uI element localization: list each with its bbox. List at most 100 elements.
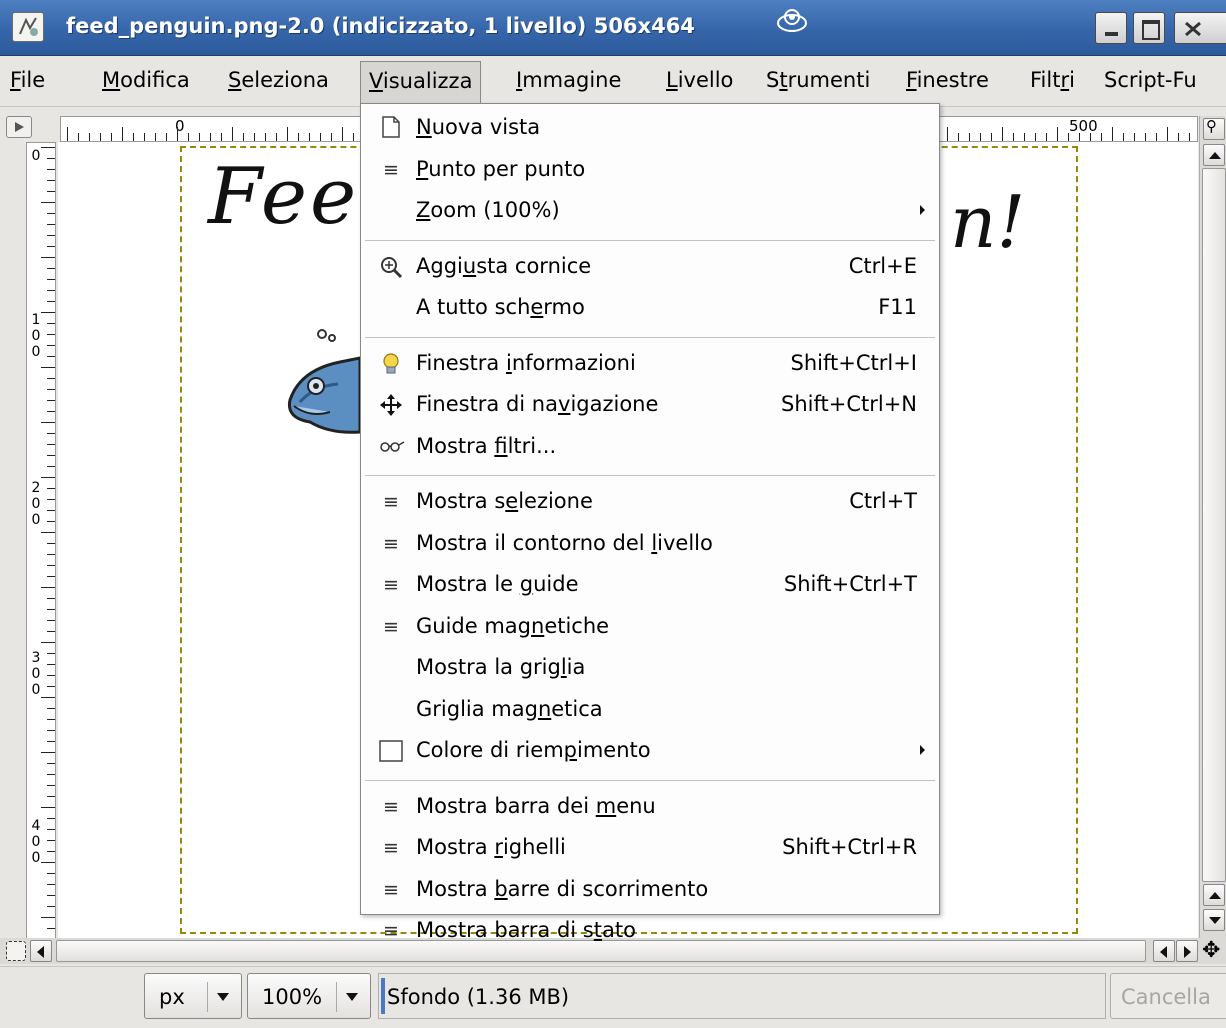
ruler-tick — [47, 708, 55, 709]
submenu-arrow-icon — [920, 745, 925, 755]
view-menu-item-label: Finestra informazioni — [416, 350, 636, 375]
ruler-tick — [47, 290, 55, 291]
menu-seleziona[interactable]: Seleziona — [228, 68, 329, 92]
navigation-icon — [379, 393, 403, 417]
menu-immagine[interactable]: Immagine — [516, 68, 621, 92]
menu-modifica[interactable]: Modifica — [102, 68, 190, 92]
maximize-button[interactable] — [1133, 12, 1165, 44]
ruler-tick — [1123, 133, 1124, 141]
check-icon: ≡ — [383, 532, 399, 555]
view-menu-item[interactable]: ≡ Mostra barra di stato — [361, 911, 939, 949]
menu-livello[interactable]: Livello — [666, 68, 733, 92]
title-bar[interactable]: feed_penguin.png-2.0 (indicizzato, 1 liv… — [0, 0, 1226, 56]
view-menu-item-label: Mostra filtri... — [416, 433, 557, 458]
view-menu-item-label: Mostra barra di stato — [416, 918, 636, 942]
menu-visualizza[interactable]: Visualizza — [360, 61, 482, 103]
ruler-tick — [47, 741, 55, 742]
scroll-left-button[interactable] — [30, 940, 52, 962]
vertical-scrollbar[interactable]: ⚲ — [1199, 116, 1226, 940]
view-menu-item[interactable]: ≡ Guide magnetiche — [361, 607, 939, 645]
ruler-tick — [1134, 133, 1135, 141]
ruler-tick — [47, 224, 55, 225]
view-menu-item[interactable]: Nuova vista — [361, 108, 939, 146]
scroll-right-button[interactable] — [1176, 940, 1198, 962]
ruler-tick — [1189, 133, 1190, 141]
image-menu-button[interactable] — [6, 116, 32, 138]
view-menu-item[interactable]: ≡ Mostra righelli Shift+Ctrl+R — [361, 828, 939, 866]
ruler-tick — [67, 127, 68, 141]
ruler-v-label: 4 — [31, 818, 41, 834]
ruler-tick — [41, 202, 55, 203]
ruler-tick — [188, 133, 189, 141]
cancel-button[interactable]: Cancella — [1110, 973, 1226, 1019]
ruler-tick — [47, 444, 55, 445]
zoom-on-resize-button[interactable]: ⚲ — [1203, 117, 1225, 140]
status-message: Sfondo (1.36 MB) — [378, 973, 1106, 1019]
view-menu-item[interactable]: ≡ Mostra barre di scorrimento — [361, 870, 939, 908]
scroll-down-button[interactable] — [1203, 909, 1225, 931]
view-menu-item[interactable]: Mostra filtri... — [361, 427, 939, 465]
view-menu-item-shortcut: F11 — [878, 295, 917, 319]
ruler-tick — [47, 653, 55, 654]
progress-indicator — [381, 978, 385, 1014]
view-menu-item[interactable]: Griglia magnetica — [361, 690, 939, 728]
ruler-v-label: 0 — [31, 834, 41, 850]
menu-bar: File Modifica Seleziona Visualizza Immag… — [0, 57, 1226, 107]
close-button[interactable] — [1174, 12, 1226, 44]
vertical-scroll-thumb[interactable] — [1202, 168, 1226, 882]
info-bulb-icon — [379, 352, 403, 376]
ruler-tick — [947, 127, 948, 141]
view-menu-item[interactable]: Zoom (100%) — [361, 191, 939, 229]
view-menu-item[interactable]: Mostra la griglia — [361, 648, 939, 686]
view-menu-item[interactable]: Finestra informazioni Shift+Ctrl+I — [361, 344, 939, 382]
zoom-value: 100% — [262, 985, 323, 1009]
unit-select[interactable]: px — [144, 973, 242, 1019]
quick-mask-toggle[interactable] — [6, 941, 26, 961]
menu-separator — [365, 779, 935, 781]
menu-filtri[interactable]: Filtri — [1030, 68, 1075, 92]
zoom-select[interactable]: 100% — [247, 973, 371, 1019]
ruler-tick — [41, 367, 55, 368]
scroll-up-button[interactable] — [1203, 884, 1225, 906]
view-menu-item-label: Mostra barra dei menu — [416, 793, 656, 818]
submenu-arrow-icon — [920, 205, 925, 215]
vertical-ruler[interactable]: 0 1 0 0 2 0 0 3 0 0 4 0 0 — [26, 142, 56, 940]
view-menu-item[interactable]: ≡ Mostra barra dei menu — [361, 787, 939, 825]
ruler-v-label: 0 — [31, 496, 41, 512]
view-menu-item-shortcut: Ctrl+E — [848, 253, 917, 278]
ruler-tick — [1167, 127, 1168, 141]
view-menu-item[interactable]: Finestra di navigazione Shift+Ctrl+N — [361, 385, 939, 423]
view-menu-item-label: Colore di riempimento — [416, 738, 651, 762]
view-menu-item[interactable]: ≡ Mostra il contorno del livello — [361, 524, 939, 562]
view-menu-item[interactable]: ≡ Mostra selezione Ctrl+T — [361, 482, 939, 520]
view-menu-item[interactable]: ≡ Mostra le guide Shift+Ctrl+T — [361, 565, 939, 603]
ruler-tick — [41, 257, 55, 258]
view-menu-item-shortcut: Shift+Ctrl+T — [783, 572, 917, 596]
view-menu-item[interactable]: Aggiusta cornice Ctrl+E — [361, 247, 939, 285]
view-menu-item-label: Punto per punto — [416, 156, 586, 181]
ruler-tick — [47, 719, 55, 720]
check-icon: ≡ — [383, 491, 399, 513]
view-menu-item-shortcut: Shift+Ctrl+I — [790, 350, 917, 375]
scroll-up-button[interactable] — [1203, 144, 1225, 166]
menu-file[interactable]: File — [10, 68, 45, 92]
ruler-tick — [47, 664, 55, 665]
ruler-tick — [100, 133, 101, 141]
ruler-tick — [177, 127, 178, 141]
gimp-app-icon[interactable] — [12, 12, 44, 42]
minimize-button[interactable] — [1095, 12, 1127, 44]
ruler-tick — [47, 895, 55, 896]
ruler-tick — [41, 312, 55, 313]
view-menu-item[interactable]: A tutto schermo F11 — [361, 288, 939, 326]
scroll-left-button[interactable] — [1153, 940, 1175, 962]
ruler-tick — [47, 598, 55, 599]
menu-strumenti[interactable]: Strumenti — [766, 68, 870, 92]
ruler-tick — [78, 133, 79, 141]
navigation-icon[interactable]: ✥ — [1202, 940, 1220, 962]
menu-finestre[interactable]: Finestre — [906, 68, 989, 92]
view-menu-item[interactable]: ≡ Punto per punto — [361, 150, 939, 188]
view-menu-item[interactable]: Colore di riempimento — [361, 731, 939, 769]
ruler-tick — [111, 133, 112, 141]
menu-script-fu[interactable]: Script-Fu — [1104, 68, 1197, 92]
ruler-tick — [1057, 127, 1058, 141]
